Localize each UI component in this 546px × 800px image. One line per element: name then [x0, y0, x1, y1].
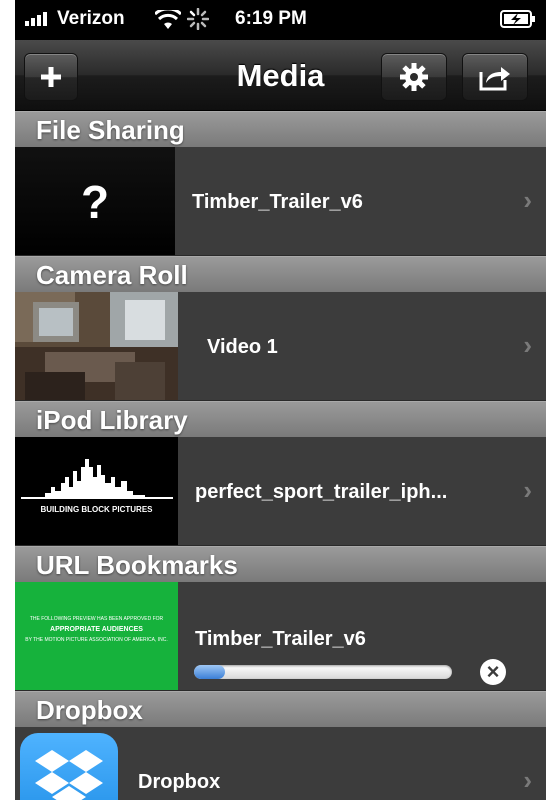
- carrier-name: Verizon: [57, 8, 125, 29]
- list-item-ipod-library[interactable]: BUILDING BLOCK PICTURES perfect_sport_tr…: [15, 437, 546, 546]
- dropbox-icon: [20, 733, 118, 800]
- settings-button[interactable]: [381, 53, 447, 101]
- list-item-dropbox[interactable]: Dropbox ›: [15, 727, 546, 800]
- item-title: Timber_Trailer_v6: [192, 191, 363, 213]
- item-title: Dropbox: [138, 771, 221, 793]
- media-screen: Verizon 6:19 PM Media File Sharing ? Tim…: [15, 0, 546, 800]
- status-bar: Verizon 6:19 PM: [15, 0, 546, 40]
- video-thumbnail: ?: [15, 147, 175, 255]
- section-header-file-sharing: File Sharing: [15, 111, 546, 148]
- thumbnail-caption: BUILDING BLOCK PICTURES: [40, 505, 153, 514]
- share-icon: [479, 67, 510, 91]
- navigation-bar: Media: [15, 40, 546, 111]
- section-title: Dropbox: [36, 695, 143, 725]
- thumbnail-text-line: THE FOLLOWING PREVIEW HAS BEEN APPROVED …: [29, 616, 164, 622]
- item-title: Video 1: [207, 336, 278, 358]
- battery-charging-icon: [500, 10, 535, 28]
- section-header-url-bookmarks: URL Bookmarks: [15, 546, 546, 583]
- share-button[interactable]: [462, 53, 528, 101]
- dropbox-logo: [35, 750, 103, 800]
- section-title: Camera Roll: [36, 260, 188, 290]
- chevron-right-icon: ›: [523, 765, 532, 795]
- city-skyline-logo: [21, 459, 173, 499]
- thumbnail-text-line: BY THE MOTION PICTURE ASSOCIATION OF AME…: [25, 637, 168, 643]
- close-circle-icon[interactable]: ×: [480, 659, 506, 685]
- chevron-right-icon: ›: [523, 330, 532, 360]
- clock: 6:19 PM: [235, 8, 307, 29]
- list-item-camera-roll[interactable]: Video 1 ›: [15, 292, 546, 401]
- section-header-dropbox: Dropbox: [15, 691, 546, 728]
- section-title: iPod Library: [36, 405, 188, 435]
- list-item-file-sharing[interactable]: ? Timber_Trailer_v6 ›: [15, 147, 546, 256]
- item-title: Timber_Trailer_v6: [195, 628, 366, 650]
- signal-bars-icon: [25, 12, 47, 26]
- section-title: File Sharing: [36, 115, 185, 145]
- section-header-ipod-library: iPod Library: [15, 401, 546, 438]
- activity-spinner-icon: [187, 8, 209, 30]
- camera-roll-thumbnail-image: [15, 292, 178, 400]
- download-progress-bar: [194, 665, 452, 679]
- section-header-camera-roll: Camera Roll: [15, 256, 546, 293]
- wifi-icon: [155, 10, 181, 29]
- progress-fill: [194, 665, 225, 679]
- list-item-url-bookmark[interactable]: THE FOLLOWING PREVIEW HAS BEEN APPROVED …: [15, 582, 546, 691]
- video-thumbnail: THE FOLLOWING PREVIEW HAS BEEN APPROVED …: [15, 582, 178, 690]
- unknown-thumbnail-mark: ?: [80, 176, 110, 228]
- video-thumbnail: BUILDING BLOCK PICTURES: [15, 437, 178, 545]
- gear-icon: [400, 63, 428, 91]
- video-thumbnail: [15, 292, 178, 400]
- thumbnail-text-line: APPROPRIATE AUDIENCES: [50, 626, 143, 633]
- chevron-right-icon: ›: [523, 185, 532, 215]
- section-title: URL Bookmarks: [36, 550, 238, 580]
- item-title: perfect_sport_trailer_iph...: [195, 481, 448, 503]
- chevron-right-icon: ›: [523, 475, 532, 505]
